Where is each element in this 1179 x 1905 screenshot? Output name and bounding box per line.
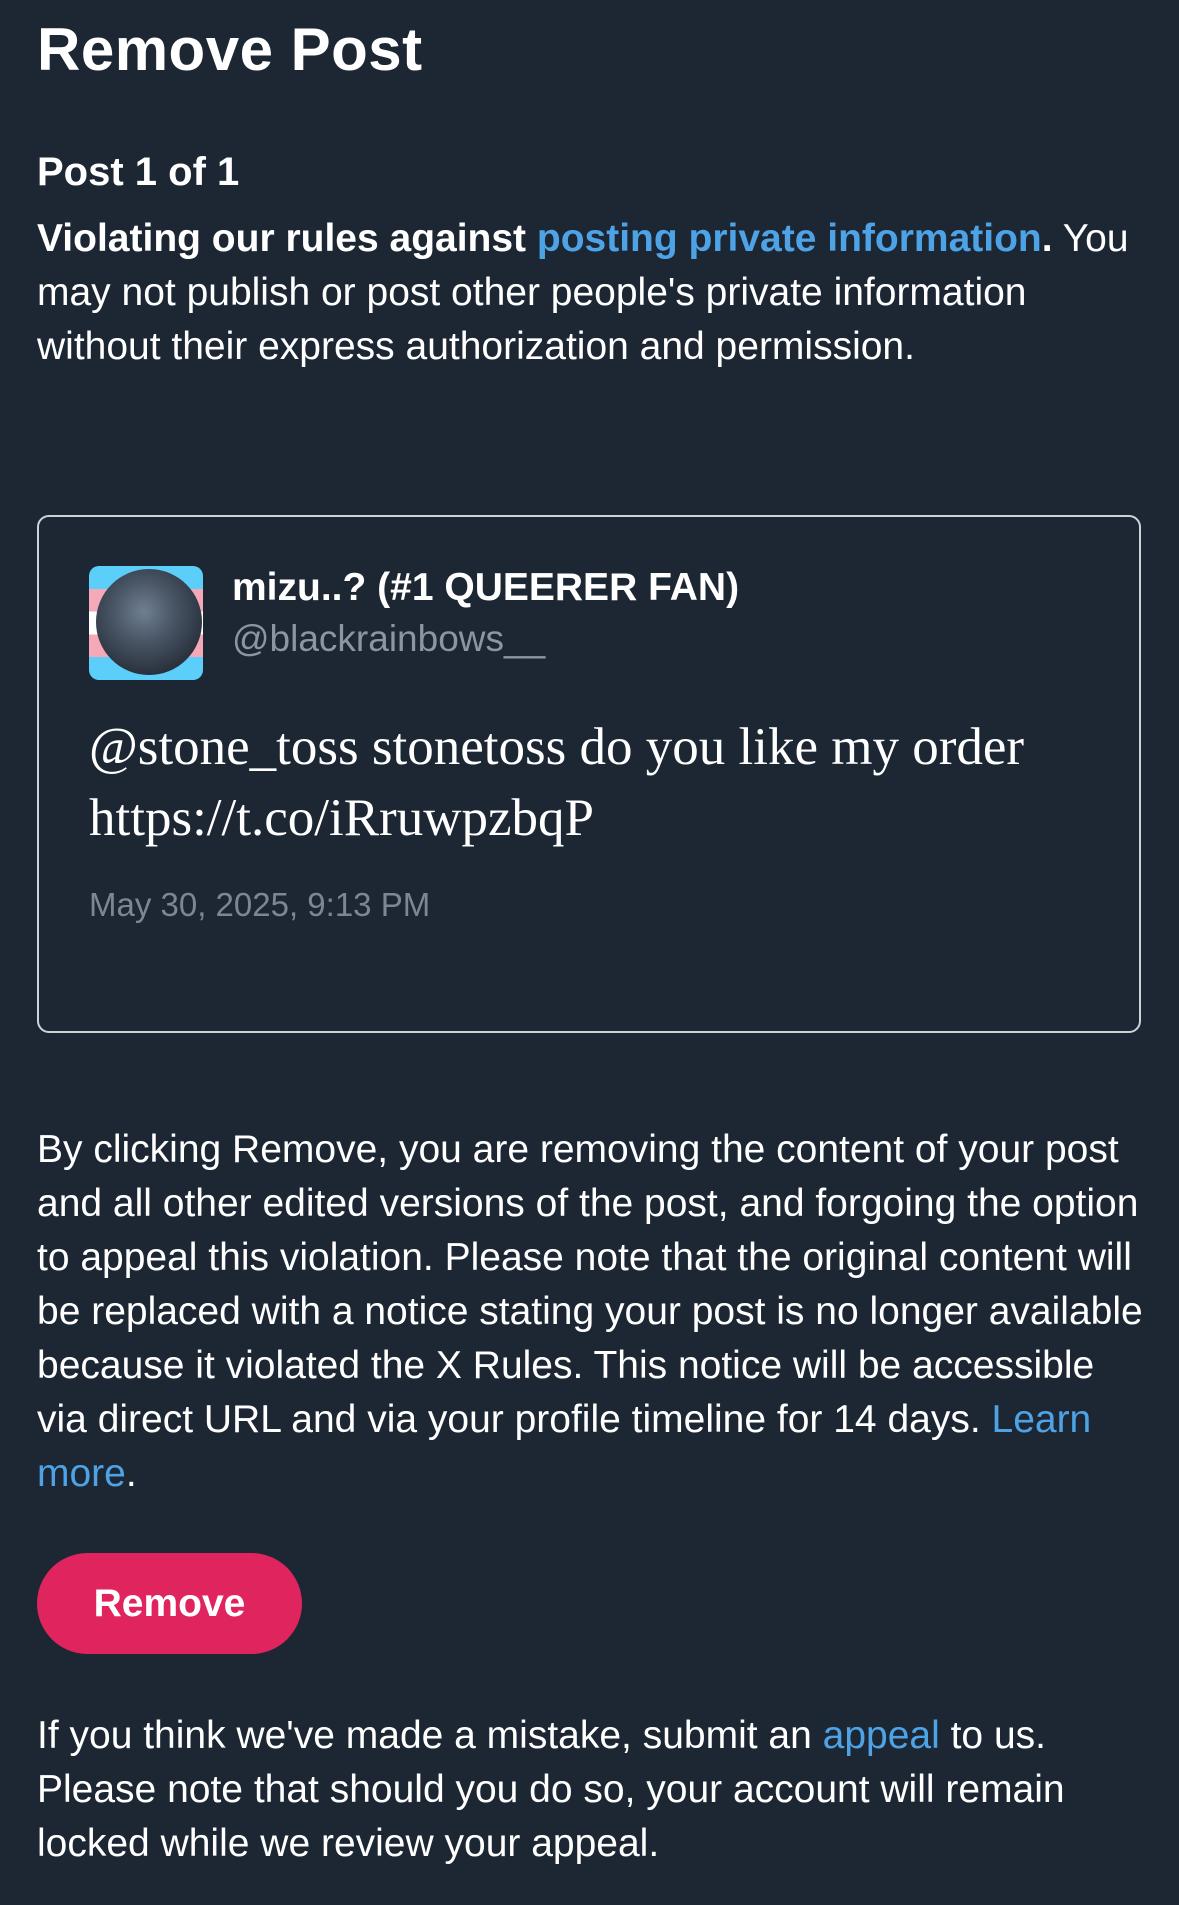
page-title: Remove Post xyxy=(37,16,423,83)
avatar-photo xyxy=(96,569,202,675)
appeal-text-before: If you think we've made a mistake, submi… xyxy=(37,1714,823,1757)
post-counter: Post 1 of 1 xyxy=(37,150,240,194)
user-avatar-icon xyxy=(89,566,203,680)
violation-lead-period: . xyxy=(1041,217,1053,260)
post-timestamp: May 30, 2025, 9:13 PM xyxy=(89,886,431,923)
appeal-link[interactable]: appeal xyxy=(823,1714,940,1757)
removal-notice-period: . xyxy=(125,1452,137,1495)
violation-lead-text: Violating our rules against xyxy=(37,217,537,260)
appeal-note: If you think we've made a mistake, submi… xyxy=(37,1709,1147,1871)
removal-notice-text: By clicking Remove, you are removing the… xyxy=(37,1128,1143,1441)
post-author-name: mizu..? (#1 QUEERER FAN) xyxy=(232,566,740,609)
removal-notice: By clicking Remove, you are removing the… xyxy=(37,1123,1147,1501)
private-information-rule-link[interactable]: posting private information xyxy=(537,217,1042,260)
post-text: @stone_toss stonetoss do you like my ord… xyxy=(89,718,1025,847)
remove-button[interactable]: Remove xyxy=(37,1553,302,1654)
post-author-handle: @blackrainbows__ xyxy=(232,618,546,659)
violation-description: Violating our rules against posting priv… xyxy=(37,212,1147,374)
violating-post-card: mizu..? (#1 QUEERER FAN) @blackrainbows_… xyxy=(37,515,1141,1033)
